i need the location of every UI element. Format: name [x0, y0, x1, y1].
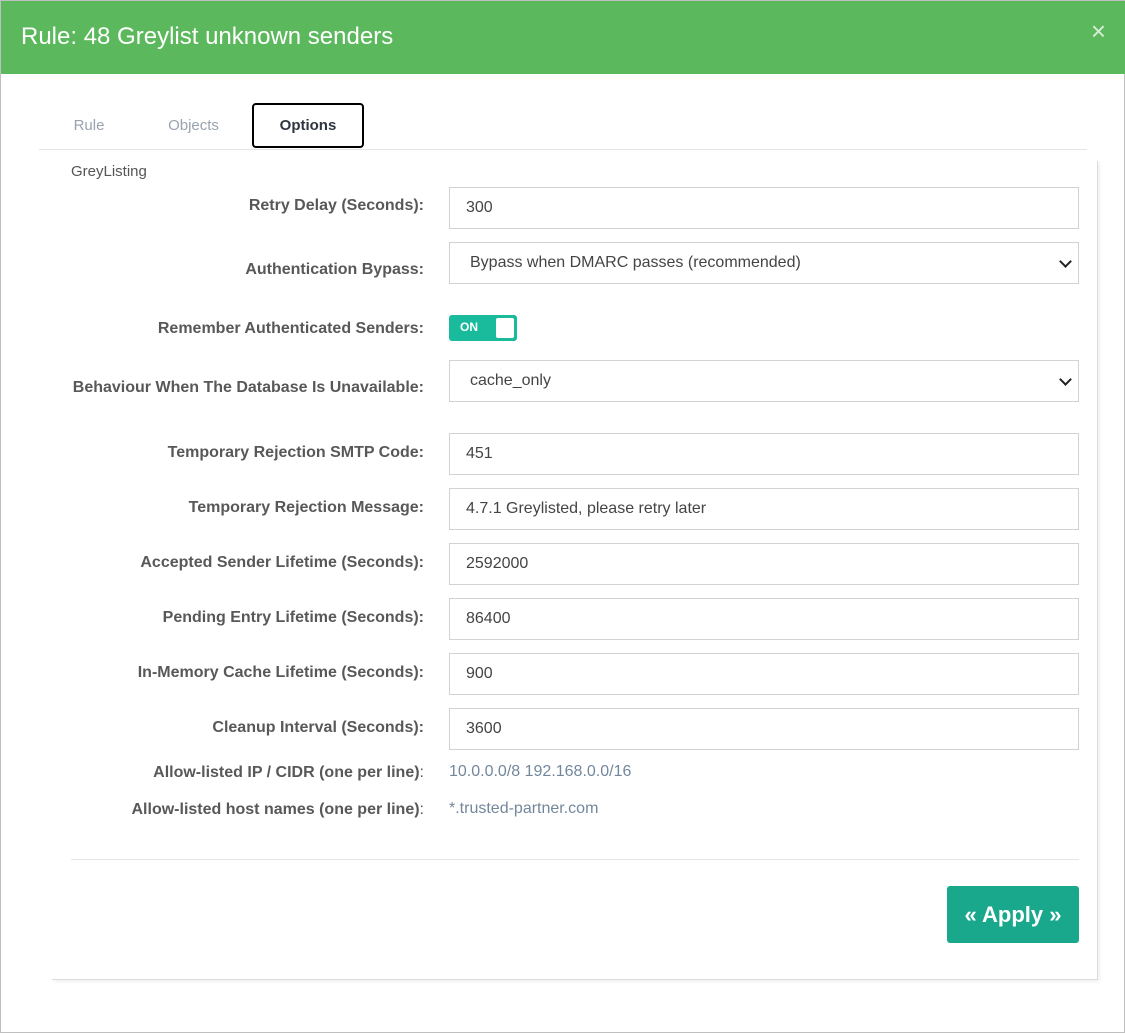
- accepted-lifetime-label: Accepted Sender Lifetime (Seconds):: [140, 554, 424, 571]
- retry-delay-input[interactable]: 300: [449, 187, 1079, 229]
- tab-bar: Rule Objects Options: [39, 101, 1087, 150]
- db-unavailable-select[interactable]: cache_only: [449, 360, 1079, 402]
- apply-button[interactable]: « Apply »: [947, 886, 1079, 943]
- cache-lifetime-label: In-Memory Cache Lifetime (Seconds):: [137, 664, 424, 681]
- smtp-code-label: Temporary Rejection SMTP Code:: [167, 444, 424, 461]
- tab-objects[interactable]: Objects: [141, 103, 246, 148]
- auth-bypass-selected-value: Bypass when DMARC passes (recommended): [470, 254, 801, 271]
- close-icon[interactable]: ×: [1091, 17, 1106, 45]
- pending-lifetime-label: Pending Entry Lifetime (Seconds):: [162, 609, 424, 626]
- cache-lifetime-input[interactable]: 900: [449, 653, 1079, 695]
- allow-hosts-label-colon: :: [419, 801, 424, 818]
- pending-lifetime-input[interactable]: 86400: [449, 598, 1079, 640]
- modal-title: Rule: 48 Greylist unknown senders: [21, 23, 394, 50]
- allow-ips-label: Allow-listed IP / CIDR (one per line):: [153, 764, 424, 782]
- smtp-code-input[interactable]: 451: [449, 433, 1079, 475]
- accepted-lifetime-input[interactable]: 2592000: [449, 543, 1079, 585]
- rejection-message-label: Temporary Rejection Message:: [188, 499, 424, 516]
- allow-ips-label-text: Allow-listed IP / CIDR (one per line): [153, 764, 420, 781]
- db-unavailable-selected-value: cache_only: [470, 372, 551, 389]
- allow-ips-value[interactable]: 10.0.0.0/8 192.168.0.0/16: [449, 763, 631, 781]
- section-title-greylisting: GreyListing: [71, 163, 147, 180]
- form-divider: [71, 859, 1079, 860]
- remember-senders-label: Remember Authenticated Senders:: [157, 320, 424, 337]
- toggle-on-text: ON: [460, 320, 478, 334]
- rejection-message-input[interactable]: 4.7.1 Greylisted, please retry later: [449, 488, 1079, 530]
- allow-hosts-label: Allow-listed host names (one per line):: [132, 801, 425, 819]
- cleanup-interval-input[interactable]: 3600: [449, 708, 1079, 750]
- toggle-knob: [496, 318, 514, 338]
- remember-senders-toggle[interactable]: ON: [449, 315, 517, 341]
- cleanup-interval-label: Cleanup Interval (Seconds):: [212, 719, 424, 736]
- allow-ips-label-colon: :: [419, 764, 424, 781]
- auth-bypass-select[interactable]: Bypass when DMARC passes (recommended): [449, 242, 1079, 284]
- allow-hosts-label-text: Allow-listed host names (one per line): [131, 801, 420, 818]
- rule-options-modal: Rule: 48 Greylist unknown senders × Rule…: [0, 0, 1125, 1033]
- db-unavailable-label: Behaviour When The Database Is Unavailab…: [72, 379, 424, 396]
- modal-header: Rule: 48 Greylist unknown senders ×: [1, 1, 1125, 74]
- tab-rule[interactable]: Rule: [39, 103, 139, 148]
- tab-options[interactable]: Options: [252, 103, 364, 148]
- retry-delay-label: Retry Delay (Seconds):: [248, 197, 424, 214]
- allow-hosts-value[interactable]: *.trusted-partner.com: [449, 800, 598, 818]
- auth-bypass-label: Authentication Bypass:: [245, 261, 424, 278]
